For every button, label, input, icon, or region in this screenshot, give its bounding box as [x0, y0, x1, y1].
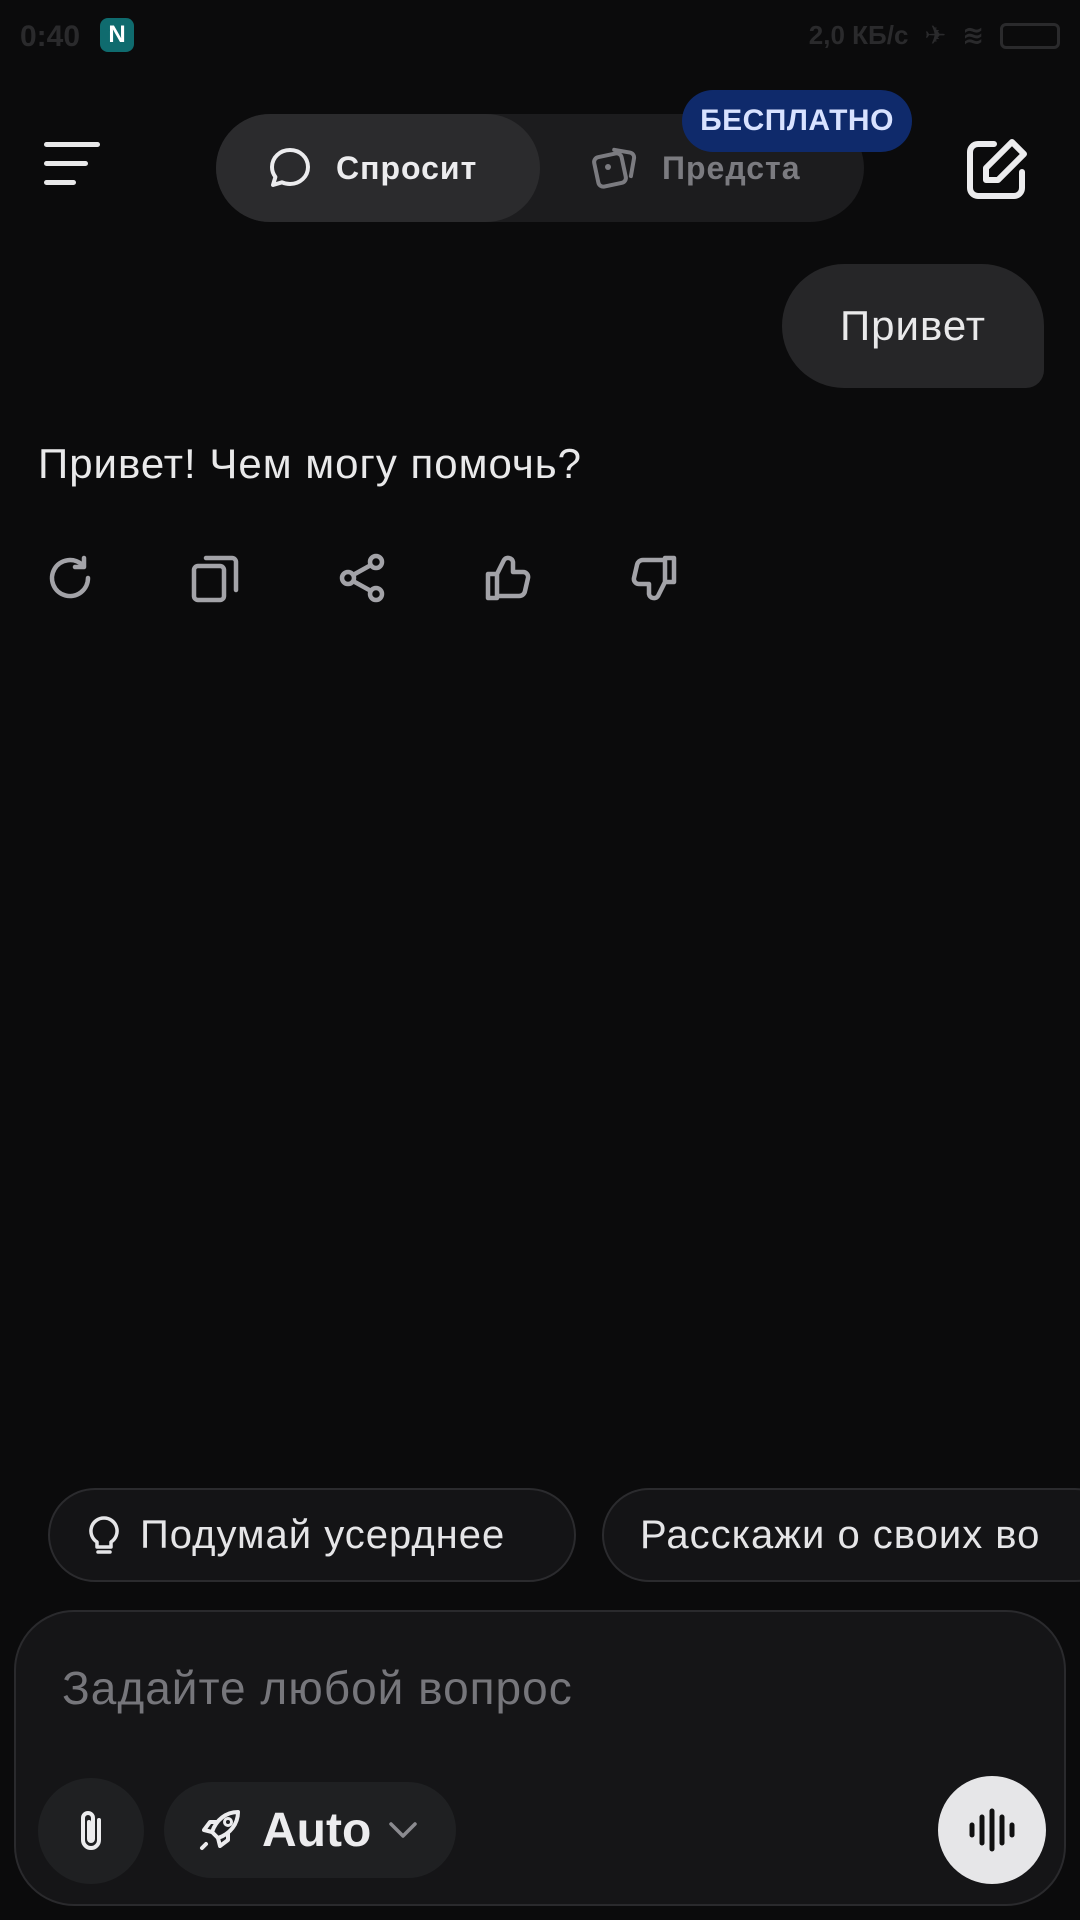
suggestion-label: Расскажи о своих во [640, 1512, 1041, 1557]
thumbs-down-icon[interactable] [628, 552, 680, 604]
assistant-message: Привет! Чем могу помочь? [38, 440, 583, 487]
rocket-icon [200, 1810, 240, 1850]
network-speed: 2,0 КБ/с [808, 20, 909, 50]
share-icon[interactable] [336, 552, 388, 604]
paperclip-icon [81, 1811, 101, 1850]
chat-bubble-icon [270, 148, 310, 187]
waveform-icon [969, 1808, 1015, 1852]
tab-ask-label: Спросит [336, 149, 478, 186]
cards-icon [592, 147, 637, 189]
suggestion-chip-tell-about[interactable]: Расскажи о своих во [602, 1488, 1080, 1582]
lightbulb-icon [89, 1516, 119, 1554]
notification-app-icon: N [100, 18, 134, 52]
wifi-icon: ≋ [962, 20, 984, 50]
message-input[interactable] [60, 1652, 964, 1724]
tab-ask[interactable]: Спросит [216, 114, 540, 222]
status-time: 0:40 [20, 20, 81, 53]
edit-icon [967, 139, 1027, 199]
thumbs-up-icon[interactable] [482, 552, 534, 604]
suggestion-label: Подумай усерднее [140, 1512, 506, 1557]
user-message-bubble: Привет [782, 264, 1044, 388]
copy-icon[interactable] [190, 552, 242, 604]
free-badge: БЕСПЛАТНО [682, 90, 912, 152]
suggestion-chips: Подумай усерднее Расскажи о своих во [48, 1488, 1080, 1584]
suggestion-chip-think-harder[interactable]: Подумай усерднее [48, 1488, 576, 1582]
attach-button[interactable] [38, 1778, 144, 1884]
chevron-down-icon [389, 1822, 418, 1838]
model-selector[interactable]: Auto [164, 1782, 456, 1878]
new-chat-button[interactable] [960, 134, 1032, 206]
status-bar: 0:40 N 2,0 КБ/с ✈ ≋ [0, 0, 1080, 70]
voice-button[interactable] [938, 1776, 1046, 1884]
message-actions [44, 552, 680, 612]
model-label: Auto [262, 1803, 372, 1857]
refresh-icon[interactable] [44, 552, 96, 604]
menu-button[interactable] [44, 136, 114, 196]
menu-icon [44, 142, 100, 185]
battery-icon [1000, 22, 1060, 49]
status-indicators: 2,0 КБ/с ✈ ≋ [809, 20, 1060, 51]
tab-present-label: Предста [662, 149, 801, 186]
signal-icon: ✈ [924, 20, 947, 50]
composer: Auto [14, 1610, 1066, 1906]
